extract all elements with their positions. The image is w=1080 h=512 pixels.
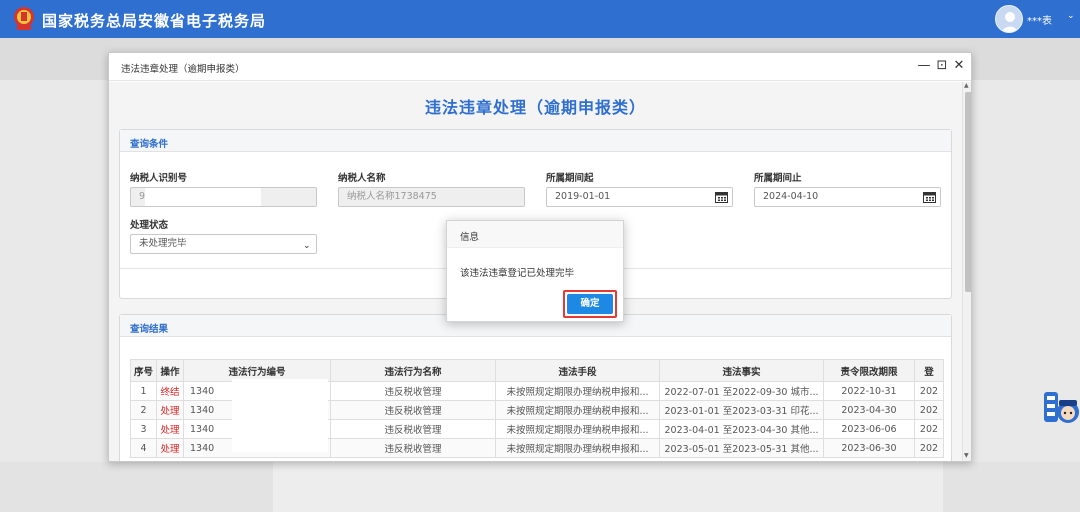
violation-name: 违反税收管理 <box>330 400 496 420</box>
process-link[interactable]: 处理 <box>156 438 184 458</box>
violation-fact: 2023-01-01 至2023-03-31 印花... <box>659 400 824 420</box>
period-start-input[interactable]: 2019-01-01 <box>546 187 733 207</box>
scrollbar-thumb[interactable] <box>965 92 971 292</box>
violation-name: 违反税收管理 <box>330 438 496 458</box>
user-avatar[interactable] <box>995 5 1023 33</box>
maximize-icon[interactable]: ⊡ <box>935 58 949 74</box>
scroll-up-icon[interactable]: ▲ <box>964 82 969 89</box>
deadline: 2022-10-31 <box>823 381 915 401</box>
register-date: 202 <box>914 438 944 458</box>
results-panel-title: 查询结果 <box>130 324 169 335</box>
period-end-value: 2024-04-10 <box>763 191 819 202</box>
deadline: 2023-06-06 <box>823 419 915 439</box>
process-link[interactable]: 处理 <box>156 400 184 420</box>
taxpayer-name-label: 纳税人名称 <box>338 173 386 184</box>
status-value: 未处理完毕 <box>139 238 187 249</box>
period-start-label: 所属期间起 <box>546 173 594 184</box>
calendar-icon[interactable] <box>923 191 936 203</box>
taxpayer-name-input[interactable]: 纳税人名称1738475 <box>338 187 525 207</box>
status-label: 处理状态 <box>130 220 169 231</box>
violation-means: 未按照规定期限办理纳税申报和... <box>495 400 660 420</box>
violation-means: 未按照规定期限办理纳税申报和... <box>495 438 660 458</box>
dialog-title: 信息 <box>460 232 480 243</box>
taxpayer-name-placeholder: 纳税人名称1738475 <box>347 191 437 202</box>
page-heading: 违法违章处理（逾期申报类） <box>424 98 646 117</box>
column-header: 操作 <box>156 359 184 382</box>
register-date: 202 <box>914 419 944 439</box>
user-name[interactable]: ***表 <box>1027 12 1052 27</box>
user-icon <box>1000 12 1020 32</box>
chevron-down-icon: ⌄ <box>303 241 311 251</box>
violation-fact: 2022-07-01 至2022-09-30 城市... <box>659 381 824 401</box>
column-header: 登 <box>914 359 944 382</box>
top-bar: 国家税务总局安徽省电子税务局 ***表 ⌄ <box>0 0 1080 38</box>
site-title: 国家税务总局安徽省电子税务局 <box>42 12 267 30</box>
violation-name: 违反税收管理 <box>330 381 496 401</box>
minimize-icon[interactable]: — <box>917 58 931 74</box>
redaction-mask <box>145 188 261 206</box>
scroll-down-icon[interactable]: ▼ <box>964 452 969 459</box>
close-icon[interactable]: ✕ <box>952 58 966 74</box>
confirm-button[interactable]: 确定 <box>567 294 613 314</box>
register-date: 202 <box>914 400 944 420</box>
column-header: 违法行为名称 <box>330 359 496 382</box>
dialog-message: 该违法违章登记已处理完毕 <box>460 268 575 279</box>
modal-header: 违法违章处理（逾期申报类） — ⊡ ✕ <box>109 53 971 81</box>
register-date: 202 <box>914 381 944 401</box>
period-start-value: 2019-01-01 <box>555 191 611 202</box>
deadline: 2023-06-30 <box>823 438 915 458</box>
violation-means: 未按照规定期限办理纳税申报和... <box>495 381 660 401</box>
status-select[interactable]: 未处理完毕 ⌄ <box>130 234 317 254</box>
violation-means: 未按照规定期限办理纳税申报和... <box>495 419 660 439</box>
deadline: 2023-04-30 <box>823 400 915 420</box>
terminate-link[interactable]: 终结 <box>156 381 184 401</box>
taxpayer-id-input[interactable]: 9 <box>130 187 317 207</box>
background-page-lower <box>273 462 943 512</box>
column-header: 违法手段 <box>495 359 660 382</box>
period-end-label: 所属期间止 <box>754 173 802 184</box>
period-end-input[interactable]: 2024-04-10 <box>754 187 941 207</box>
chevron-down-icon[interactable]: ⌄ <box>1067 11 1075 21</box>
interaction-mascot-icon[interactable] <box>1040 384 1080 432</box>
calendar-icon[interactable] <box>715 191 728 203</box>
violation-fact: 2023-04-01 至2023-04-30 其他... <box>659 419 824 439</box>
tax-emblem-icon <box>14 7 34 30</box>
row-number: 2 <box>130 400 157 420</box>
process-link[interactable]: 处理 <box>156 419 184 439</box>
violation-fact: 2023-05-01 至2023-05-31 其他... <box>659 438 824 458</box>
modal-title: 违法违章处理（逾期申报类） <box>121 64 245 75</box>
row-number: 3 <box>130 419 157 439</box>
info-dialog: 信息 该违法违章登记已处理完毕 确定 <box>446 220 624 322</box>
column-header: 序号 <box>130 359 157 382</box>
row-number: 4 <box>130 438 157 458</box>
column-header: 责令限改期限 <box>823 359 915 382</box>
dialog-header: 信息 <box>447 221 623 248</box>
query-panel-title: 查询条件 <box>130 139 169 150</box>
taxpayer-id-label: 纳税人识别号 <box>130 173 188 184</box>
query-panel-header: 查询条件 <box>120 130 951 152</box>
row-number: 1 <box>130 381 157 401</box>
redaction-mask <box>232 379 328 452</box>
modal-scrollbar[interactable]: ▲ ▼ <box>962 82 971 461</box>
column-header: 违法事实 <box>659 359 824 382</box>
violation-name: 违反税收管理 <box>330 419 496 439</box>
